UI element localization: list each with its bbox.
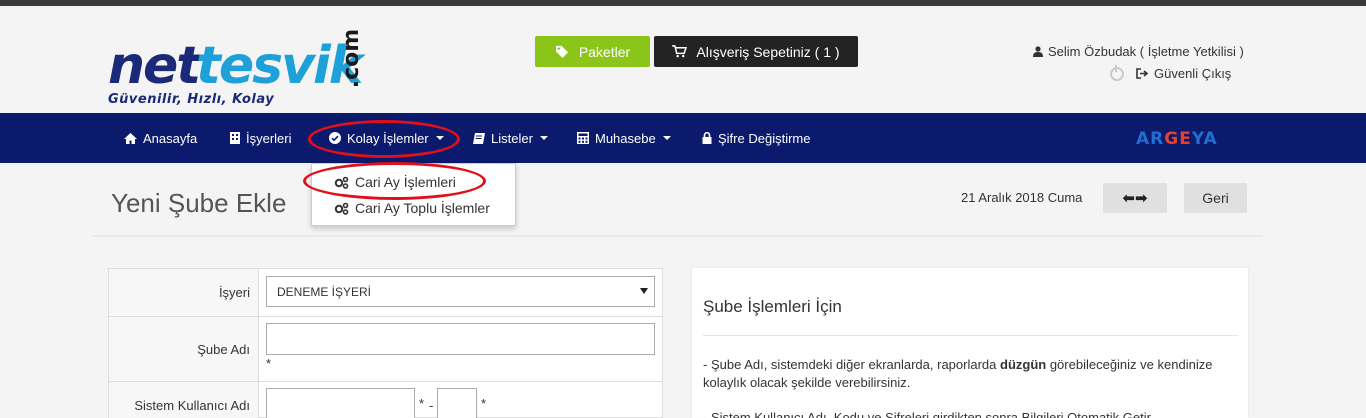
highlight-oval-cari-ay [303, 162, 486, 200]
select-arrow-icon [640, 288, 648, 294]
nav-item-sifre-degistirme[interactable]: Şifre Değiştirme [702, 113, 810, 163]
logo-tagline: Güvenilir, Hızlı, Kolay [108, 92, 275, 107]
nettesvik-logo[interactable]: net tesvik .com Güvenilir, Hızlı, Kolay [108, 16, 378, 111]
building-icon [230, 132, 240, 144]
current-date: 21 Aralık 2018 Cuma [961, 190, 1083, 205]
argeya-ya: YA [1191, 129, 1218, 149]
nav-label: Şifre Değiştirme [718, 130, 811, 146]
calculator-icon [577, 132, 589, 144]
nav-label: İşyerleri [246, 130, 292, 146]
sube-adi-label: Şube Adı [109, 317, 259, 381]
arrows-icon: ⬅➡ [1122, 190, 1148, 207]
logo-net: net [108, 36, 201, 96]
caret-down-icon [662, 136, 671, 140]
isyeri-label: İşyeri [109, 269, 259, 316]
dropdown-item-cari-ay-toplu-islemler[interactable]: Cari Ay Toplu İşlemler [334, 200, 490, 216]
caret-down-icon [539, 136, 548, 140]
isyeri-select[interactable]: DENEME İŞYERİ [266, 276, 655, 307]
paketler-label: Paketler [578, 43, 631, 60]
sign-out-icon [1136, 68, 1148, 79]
sube-adi-input[interactable] [266, 323, 655, 355]
main-navbar: Anasayfa İşyerleri Kolay İşlemler Listel… [0, 113, 1366, 163]
shopping-cart-icon [672, 45, 688, 58]
cogs-icon [334, 202, 349, 215]
sistem-kodu-input[interactable] [437, 388, 477, 418]
tags-icon [555, 45, 568, 58]
logout-label: Güvenli Çıkış [1154, 66, 1232, 81]
title-separator [93, 235, 1263, 237]
book-icon [473, 132, 485, 144]
user-label: Selim Özbudak ( İşletme Yetkilisi ) [1048, 44, 1244, 59]
logout-link[interactable]: Güvenli Çıkış [1110, 64, 1232, 81]
required-mark: * [266, 356, 272, 371]
logo-tesvik: tesvik [196, 36, 363, 96]
argeya-ar: AR [1136, 129, 1165, 149]
logo-com: .com [339, 28, 365, 89]
sepet-label: Alışveriş Sepetiniz ( 1 ) [696, 43, 840, 60]
info-paragraph-2: - Sistem Kullanıcı Adı, Kodu ve Şifreler… [703, 410, 1151, 418]
user-icon [1033, 46, 1043, 57]
user-info[interactable]: Selim Özbudak ( İşletme Yetkilisi ) [1033, 44, 1244, 59]
dash-separator: - [429, 398, 434, 413]
dropdown-label: Cari Ay Toplu İşlemler [355, 200, 490, 216]
required-mark: * [419, 396, 425, 411]
info-separator [703, 335, 1238, 336]
header: net tesvik .com Güvenilir, Hızlı, Kolay … [0, 6, 1366, 113]
nav-label: Muhasebe [595, 130, 656, 146]
nav-item-isyerleri[interactable]: İşyerleri [230, 113, 292, 163]
highlight-oval-kolay-islemler [308, 120, 460, 158]
argeya-logo[interactable]: ARGEYA [1136, 129, 1218, 149]
info-panel [692, 268, 1248, 418]
nav-item-listeler[interactable]: Listeler [473, 113, 548, 163]
back-button[interactable]: Geri [1184, 183, 1247, 213]
argeya-ge: GE [1164, 129, 1192, 149]
info-paragraph-1: - Şube Adı, sistemdeki diğer ekranlarda,… [703, 357, 1213, 390]
sepet-button[interactable]: Alışveriş Sepetiniz ( 1 ) [654, 36, 858, 67]
home-icon [124, 132, 137, 144]
isyeri-selected-value: DENEME İŞYERİ [277, 284, 372, 299]
navigate-arrows-button[interactable]: ⬅➡ [1103, 183, 1167, 213]
info-title: Şube İşlemleri İçin [703, 297, 842, 316]
paketler-button[interactable]: Paketler [535, 36, 650, 67]
nav-label: Listeler [491, 130, 533, 146]
nav-label: Anasayfa [143, 130, 198, 146]
nav-item-anasayfa[interactable]: Anasayfa [124, 113, 197, 163]
sistem-kullanici-label: Sistem Kullanıcı Adı [109, 382, 259, 418]
power-icon [1110, 64, 1124, 81]
sistem-kullanici-input[interactable] [266, 388, 415, 418]
nav-item-muhasebe[interactable]: Muhasebe [577, 113, 671, 163]
page-title: Yeni Şube Ekle [111, 188, 287, 218]
lock-icon [702, 132, 712, 144]
required-mark: * [481, 396, 487, 411]
